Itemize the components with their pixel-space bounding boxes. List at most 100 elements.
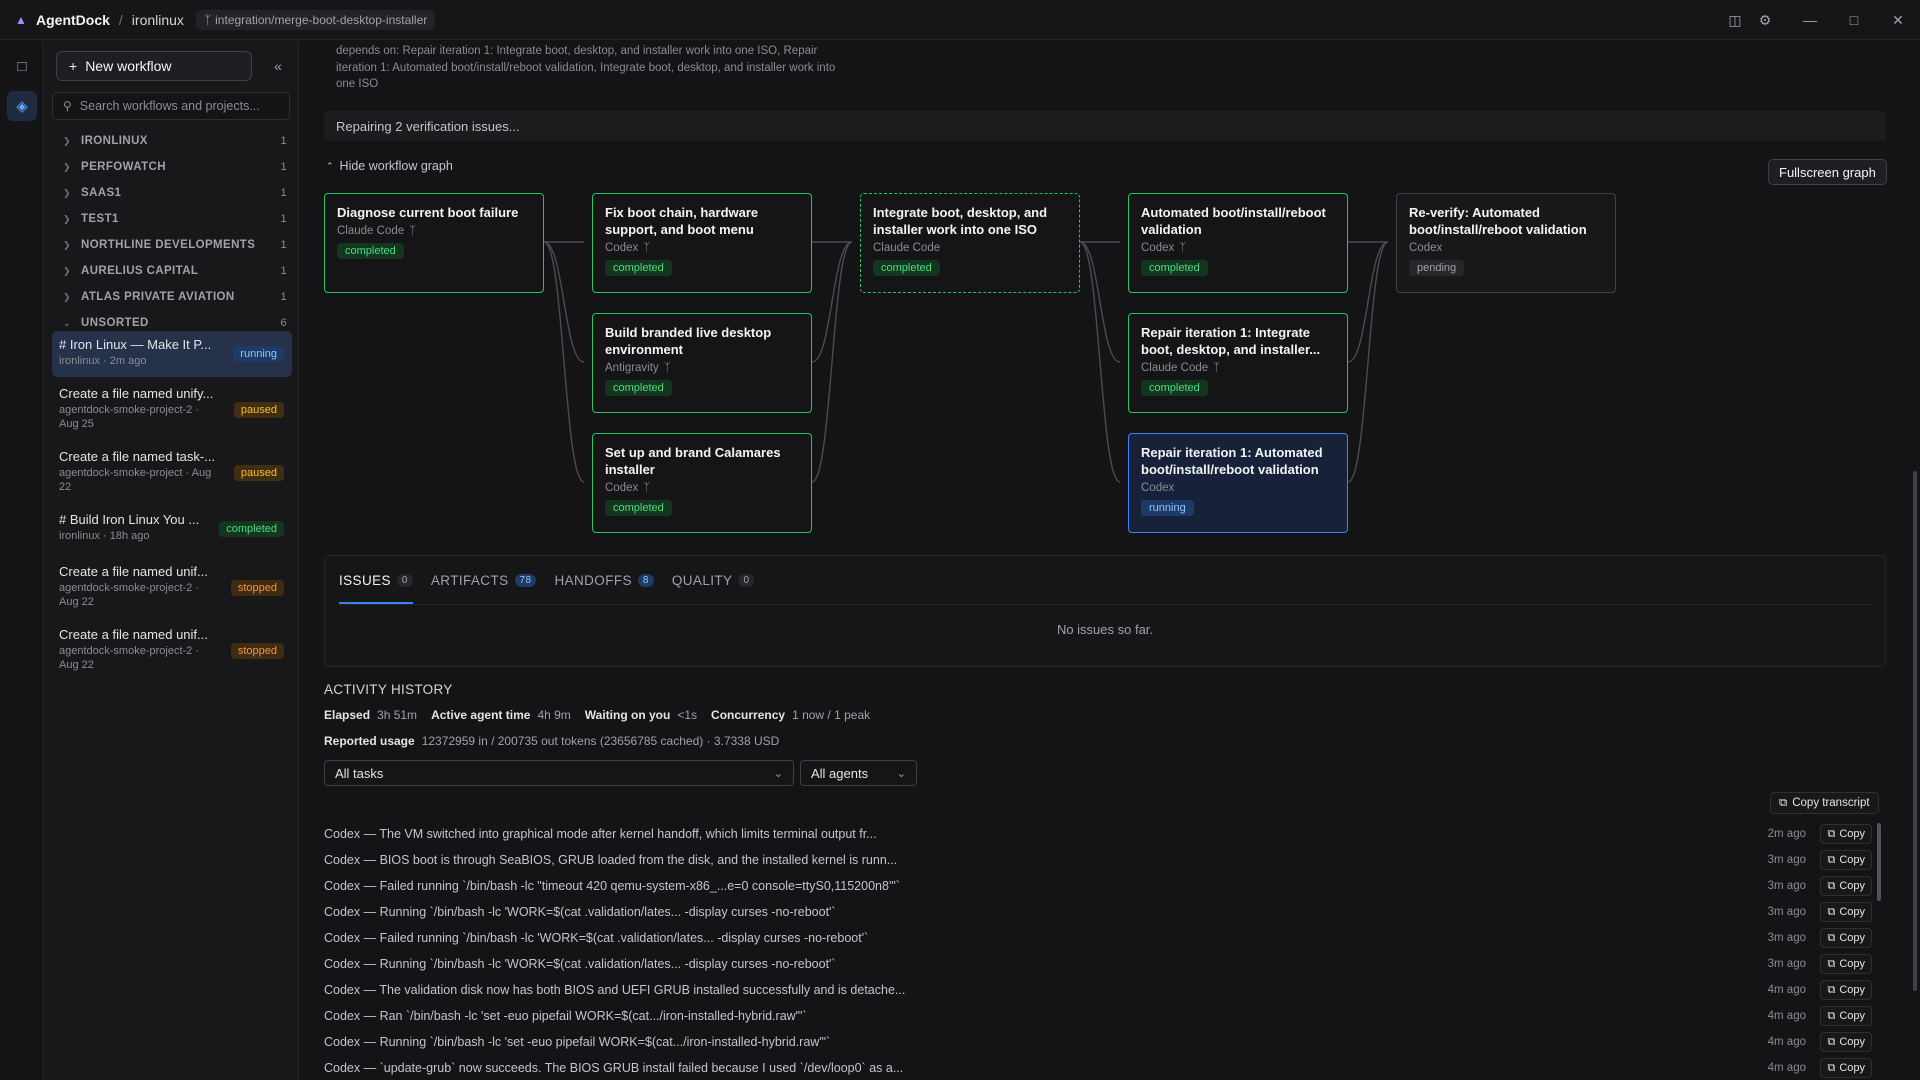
copy-button[interactable]: ⧉ Copy — [1820, 1058, 1872, 1078]
workflow-item[interactable]: Create a file named unify... agentdock-s… — [52, 380, 292, 440]
copy-button[interactable]: ⧉ Copy — [1820, 928, 1872, 948]
copy-label: Copy — [1839, 1062, 1865, 1074]
log-text: Codex — Failed running `/bin/bash -lc "t… — [324, 879, 900, 893]
copy-button[interactable]: ⧉ Copy — [1820, 902, 1872, 922]
chevron-right-icon: ❯ — [63, 135, 71, 146]
graph-node[interactable]: Re-verify: Automated boot/install/reboot… — [1396, 193, 1616, 293]
graph-node[interactable]: Diagnose current boot failure Claude Cod… — [324, 193, 544, 293]
branch-chip[interactable]: ᛉ integration/merge-boot-desktop-install… — [195, 9, 436, 30]
copy-transcript-label: Copy transcript — [1792, 797, 1870, 809]
agent-name: Codex — [1141, 482, 1175, 494]
chevron-down-icon: ⌄ — [773, 767, 783, 780]
node-title: Integrate boot, desktop, and installer w… — [873, 205, 1048, 237]
copy-button[interactable]: ⧉ Copy — [1820, 954, 1872, 974]
log-scrollbar[interactable] — [1877, 823, 1881, 901]
task-filter-value: All tasks — [335, 765, 384, 781]
workflow-item[interactable]: # Build Iron Linux You ... ironlinux · 1… — [52, 506, 292, 552]
title-bar: ▲ AgentDock / ironlinux ᛉ integration/me… — [0, 0, 1920, 40]
copy-label: Copy — [1839, 880, 1865, 892]
maximize-button[interactable]: □ — [1832, 0, 1876, 40]
search-box[interactable]: ⚲ — [52, 92, 290, 120]
group-name: NORTHLINE DEVELOPMENTS — [81, 239, 256, 251]
project-groups: ❯ IRONLINUX 1 ❯ PERFOWATCH 1 ❯ SAAS1 1 ❯ TEST1 1… — [45, 128, 299, 336]
graph-node[interactable]: Build branded live desktop environment A… — [592, 313, 812, 413]
workflow-subtitle: agentdock-smoke-project-2 · Aug 22 — [59, 645, 200, 671]
git-branch-icon: ᛉ — [1213, 362, 1221, 374]
node-title: Diagnose current boot failure — [337, 205, 519, 220]
copy-icon: ⧉ — [1827, 853, 1836, 866]
group-perfowatch[interactable]: ❯ PERFOWATCH 1 — [45, 154, 299, 180]
workflow-item[interactable]: Create a file named task-... agentdock-s… — [52, 443, 292, 503]
agent-name: Claude Code — [1141, 362, 1209, 374]
chat-icon[interactable]: □ — [7, 51, 37, 81]
copy-icon: ⧉ — [1827, 931, 1836, 944]
log-entry: Codex — Ran `/bin/bash -lc 'set -euo pip… — [324, 1003, 1880, 1029]
workflow-title: # Iron Linux — Make It P... — [59, 337, 212, 352]
chevron-right-icon: ❯ — [63, 239, 71, 250]
workflow-icon[interactable]: ◈ — [7, 91, 37, 121]
tab-handoffs[interactable]: HANDOFFS 8 — [554, 556, 654, 604]
copy-transcript-button[interactable]: ⧉ Copy transcript — [1770, 792, 1879, 814]
copy-icon: ⧉ — [1827, 1009, 1836, 1022]
graph-node[interactable]: Repair iteration 1: Automated boot/insta… — [1128, 433, 1348, 533]
log-entry: Codex — Running `/bin/bash -lc 'WORK=$(c… — [324, 951, 1880, 977]
node-status: completed — [605, 260, 672, 276]
project-name[interactable]: ironlinux — [132, 12, 184, 28]
copy-icon: ⧉ — [1779, 796, 1788, 809]
tab-divider — [339, 604, 1871, 605]
log-text: Codex — Ran `/bin/bash -lc 'set -euo pip… — [324, 1009, 807, 1023]
agent-name: Codex — [605, 242, 639, 254]
stat-value: 3h 51m — [377, 708, 418, 722]
graph-node[interactable]: Automated boot/install/reboot validation… — [1128, 193, 1348, 293]
close-window-button[interactable]: ✕ — [1876, 0, 1920, 40]
agent-filter-select[interactable]: All agents ⌄ — [800, 760, 917, 786]
layout-toggle-icon[interactable]: ◫ — [1720, 5, 1750, 35]
group-ironlinux[interactable]: ❯ IRONLINUX 1 — [45, 128, 299, 154]
graph-node[interactable]: Fix boot chain, hardware support, and bo… — [592, 193, 812, 293]
main-panel: depends on: Repair iteration 1: Integrat… — [300, 41, 1920, 1080]
gear-icon[interactable]: ⚙ — [1750, 5, 1780, 35]
group-aurelius[interactable]: ❯ AURELIUS CAPITAL 1 — [45, 258, 299, 284]
copy-button[interactable]: ⧉ Copy — [1820, 1006, 1872, 1026]
stat-concurrency: Concurrency 1 now / 1 peak — [711, 708, 870, 722]
workflow-item[interactable]: Create a file named unif... agentdock-sm… — [52, 621, 292, 681]
copy-button[interactable]: ⧉ Copy — [1820, 824, 1872, 844]
minimize-button[interactable]: — — [1788, 0, 1832, 40]
git-branch-icon: ᛉ — [663, 362, 671, 374]
group-count: 1 — [280, 135, 287, 147]
group-count: 1 — [280, 239, 287, 251]
log-text: Codex — Running `/bin/bash -lc 'set -euo… — [324, 1035, 831, 1049]
group-test1[interactable]: ❯ TEST1 1 — [45, 206, 299, 232]
graph-node[interactable]: Set up and brand Calamares installer Cod… — [592, 433, 812, 533]
copy-button[interactable]: ⧉ Copy — [1820, 876, 1872, 896]
copy-button[interactable]: ⧉ Copy — [1820, 1032, 1872, 1052]
task-filter-select[interactable]: All tasks ⌄ — [324, 760, 794, 786]
workflow-item[interactable]: Create a file named unif... agentdock-sm… — [52, 558, 292, 618]
edge — [1347, 241, 1389, 483]
collapse-sidebar-icon[interactable]: « — [267, 55, 289, 77]
tab-quality[interactable]: QUALITY 0 — [672, 556, 755, 604]
log-text: Codex — `update-grub` now succeeds. The … — [324, 1061, 904, 1075]
copy-button[interactable]: ⧉ Copy — [1820, 980, 1872, 1000]
group-saas1[interactable]: ❯ SAAS1 1 — [45, 180, 299, 206]
graph-node[interactable]: Integrate boot, desktop, and installer w… — [860, 193, 1080, 293]
tab-issues[interactable]: ISSUES 0 — [339, 556, 413, 604]
search-input[interactable] — [79, 99, 270, 113]
group-northline[interactable]: ❯ NORTHLINE DEVELOPMENTS 1 — [45, 232, 299, 258]
workflow-list: # Iron Linux — Make It P... ironlinux · … — [45, 331, 299, 681]
tab-artifacts[interactable]: ARTIFACTS 78 — [431, 556, 537, 604]
group-atlas[interactable]: ❯ ATLAS PRIVATE AVIATION 1 — [45, 284, 299, 310]
new-workflow-button[interactable]: + New workflow — [56, 51, 252, 81]
stat-elapsed: Elapsed 3h 51m — [324, 708, 417, 722]
status-badge: stopped — [230, 643, 284, 659]
agent-name: Codex — [605, 482, 639, 494]
main-scrollbar[interactable] — [1913, 471, 1917, 991]
chevron-right-icon: ❯ — [63, 213, 71, 224]
graph-node[interactable]: Repair iteration 1: Integrate boot, desk… — [1128, 313, 1348, 413]
workflow-subtitle: ironlinux · 18h ago — [59, 530, 150, 542]
log-time: 3m ago — [1767, 906, 1806, 918]
copy-button[interactable]: ⧉ Copy — [1820, 850, 1872, 870]
node-agent: Codex — [1141, 482, 1335, 494]
log-text: Codex — Running `/bin/bash -lc 'WORK=$(c… — [324, 957, 836, 971]
workflow-item[interactable]: # Iron Linux — Make It P... ironlinux · … — [52, 331, 292, 377]
